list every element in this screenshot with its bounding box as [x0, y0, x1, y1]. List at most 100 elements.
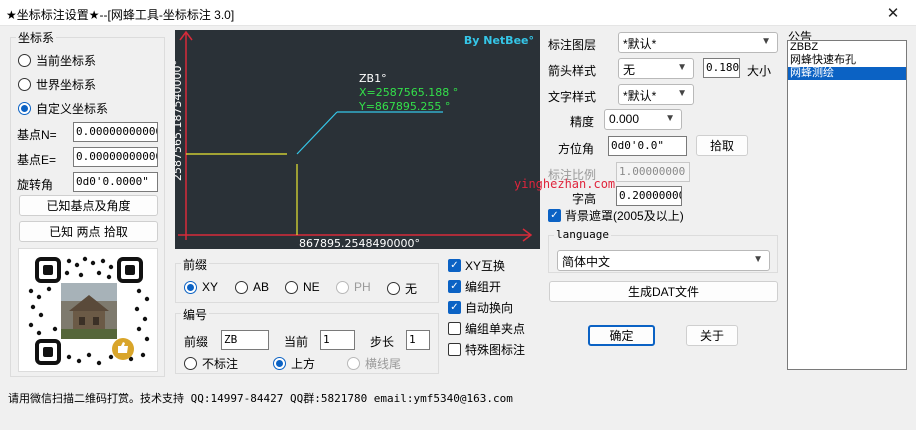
check-icon[interactable]: ✓ — [448, 280, 461, 293]
current-input[interactable]: 1 — [320, 330, 355, 350]
layer-label: 标注图层 — [548, 38, 597, 52]
radio-dot[interactable] — [184, 280, 197, 294]
arrow-style-select[interactable]: 无 ▼ — [618, 58, 694, 79]
check-label: 编组开 — [465, 280, 502, 294]
scale-input: 1.00000000 — [616, 162, 690, 182]
qr-code-graphic — [28, 256, 150, 366]
radio-label: 当前坐标系 — [36, 54, 97, 68]
radio-dot[interactable] — [18, 54, 31, 67]
arrow-style-value: 无 — [623, 63, 636, 77]
radio-no-label[interactable]: 不标注 — [184, 355, 238, 372]
text-style-value: *默认* — [623, 89, 657, 103]
pick-button[interactable]: 拾取 — [696, 135, 748, 156]
preview-axes — [178, 30, 533, 242]
check-group-on[interactable]: ✓ 编组开 — [448, 278, 501, 295]
precision-select[interactable]: 0.000 ▼ — [604, 109, 682, 130]
number-prefix-input[interactable]: ZB — [221, 330, 269, 350]
step-input[interactable]: 1 — [406, 330, 430, 350]
chevron-down-icon: ▼ — [753, 254, 763, 265]
base-n-input[interactable]: 0.000000000000 — [73, 122, 158, 142]
check-icon[interactable]: ✓ — [448, 301, 461, 314]
text-style-select[interactable]: *默认* ▼ — [618, 84, 694, 105]
window-title: ★坐标标注设置★--[网蜂工具-坐标标注 3.0] — [6, 8, 235, 22]
chevron-down-icon: ▼ — [677, 62, 687, 73]
coord-system-title: 坐标系 — [16, 29, 57, 46]
radio-prefix-ab[interactable]: AB — [235, 280, 269, 294]
radio-dot[interactable] — [235, 280, 248, 294]
language-title: language — [554, 228, 611, 241]
chevron-down-icon: ▼ — [677, 88, 687, 99]
radio-above[interactable]: 上方 — [273, 355, 315, 372]
check-label: 特殊图标注 — [465, 343, 526, 357]
check-label: 背景遮罩(2005及以上) — [565, 209, 684, 223]
check-background-mask[interactable]: ✓ 背景遮罩(2005及以上) — [548, 207, 684, 224]
radio-prefix-xy[interactable]: XY — [184, 280, 218, 294]
rotation-label: 旋转角 — [17, 178, 54, 192]
y-coordinate-text: Y=867895.255 ° — [359, 100, 451, 113]
known-base-button[interactable]: 已知基点及角度 — [19, 195, 158, 216]
azimuth-input[interactable]: 0d0'0.0" — [608, 136, 687, 156]
numbering-title: 编号 — [181, 306, 210, 323]
check-icon[interactable] — [448, 322, 461, 335]
radio-line-tail: 横线尾 — [347, 355, 401, 372]
notice-list[interactable]: ZBBZ 网蜂快速布孔 网蜂测绘 — [787, 40, 907, 370]
qr-code-image — [18, 248, 158, 372]
chevron-down-icon: ▼ — [665, 113, 675, 124]
radio-dot[interactable] — [285, 280, 298, 294]
brand-label: By NetBee° — [463, 34, 534, 47]
radio-label: NE — [303, 280, 320, 294]
base-n-label: 基点N= — [17, 128, 57, 142]
list-item-selected[interactable]: 网蜂测绘 — [788, 67, 906, 80]
number-prefix-label: 前缀 — [184, 335, 209, 349]
radio-dot[interactable] — [387, 282, 400, 295]
rotation-input[interactable]: 0d0'0.0000" — [73, 172, 158, 192]
ok-button[interactable]: 确定 — [588, 325, 655, 346]
about-button[interactable]: 关于 — [686, 325, 738, 346]
radio-label: XY — [202, 280, 219, 294]
layer-value: *默认* — [623, 37, 657, 51]
list-item[interactable]: 网蜂快速布孔 — [788, 54, 906, 67]
prefix-title: 前缀 — [181, 256, 210, 273]
check-auto-direction[interactable]: ✓ 自动换向 — [448, 299, 513, 316]
layer-select[interactable]: *默认* ▼ — [618, 32, 778, 53]
close-icon[interactable]: ✕ — [870, 0, 916, 26]
check-icon[interactable]: ✓ — [548, 209, 561, 222]
radio-label: 不标注 — [202, 357, 239, 371]
radio-custom-coord[interactable]: 自定义坐标系 — [18, 100, 108, 117]
two-points-pick-button[interactable]: 已知 两点 拾取 — [19, 221, 158, 242]
base-e-label: 基点E= — [17, 153, 57, 167]
language-select[interactable]: 简体中文 ▼ — [557, 250, 770, 271]
base-e-input[interactable]: 0.000000000000 — [73, 147, 158, 167]
list-item[interactable]: ZBBZ — [788, 41, 906, 54]
check-icon[interactable] — [448, 343, 461, 356]
check-special-label[interactable]: 特殊图标注 — [448, 341, 525, 358]
check-label: 自动换向 — [465, 301, 514, 315]
arrow-size-input[interactable]: 0.1800 — [703, 58, 740, 78]
arrow-size-label: 大小 — [747, 64, 772, 78]
status-text: 请用微信扫描二维码打赏。技术支持 QQ:14997-84427 QQ群:5821… — [8, 392, 513, 405]
radio-world-coord[interactable]: 世界坐标系 — [18, 76, 96, 93]
radio-prefix-ne[interactable]: NE — [285, 280, 320, 294]
radio-current-coord[interactable]: 当前坐标系 — [18, 52, 96, 69]
check-group-single-grip[interactable]: 编组单夹点 — [448, 320, 525, 337]
radio-dot[interactable] — [18, 102, 31, 115]
radio-label: 自定义坐标系 — [36, 102, 109, 116]
x-axis-value-text: 867895.2548490000° — [299, 237, 420, 249]
x-coordinate-text: X=2587565.188 ° — [359, 86, 459, 99]
azimuth-label: 方位角 — [558, 142, 595, 156]
text-height-input[interactable]: 0.20000000 — [616, 186, 682, 206]
check-xy-swap[interactable]: ✓ XY互换 — [448, 257, 505, 274]
generate-dat-button[interactable]: 生成DAT文件 — [549, 281, 778, 302]
radio-dot[interactable] — [184, 357, 197, 370]
current-label: 当前 — [284, 335, 309, 349]
radio-label: 无 — [405, 282, 418, 296]
radio-prefix-none[interactable]: 无 — [387, 280, 417, 297]
radio-dot[interactable] — [273, 357, 286, 370]
arrow-style-label: 箭头样式 — [548, 64, 597, 78]
text-style-label: 文字样式 — [548, 90, 597, 104]
radio-label: PH — [354, 280, 371, 294]
check-icon[interactable]: ✓ — [448, 259, 461, 272]
precision-value: 0.000 — [609, 112, 640, 126]
radio-label: 上方 — [291, 357, 316, 371]
radio-dot[interactable] — [18, 78, 31, 91]
